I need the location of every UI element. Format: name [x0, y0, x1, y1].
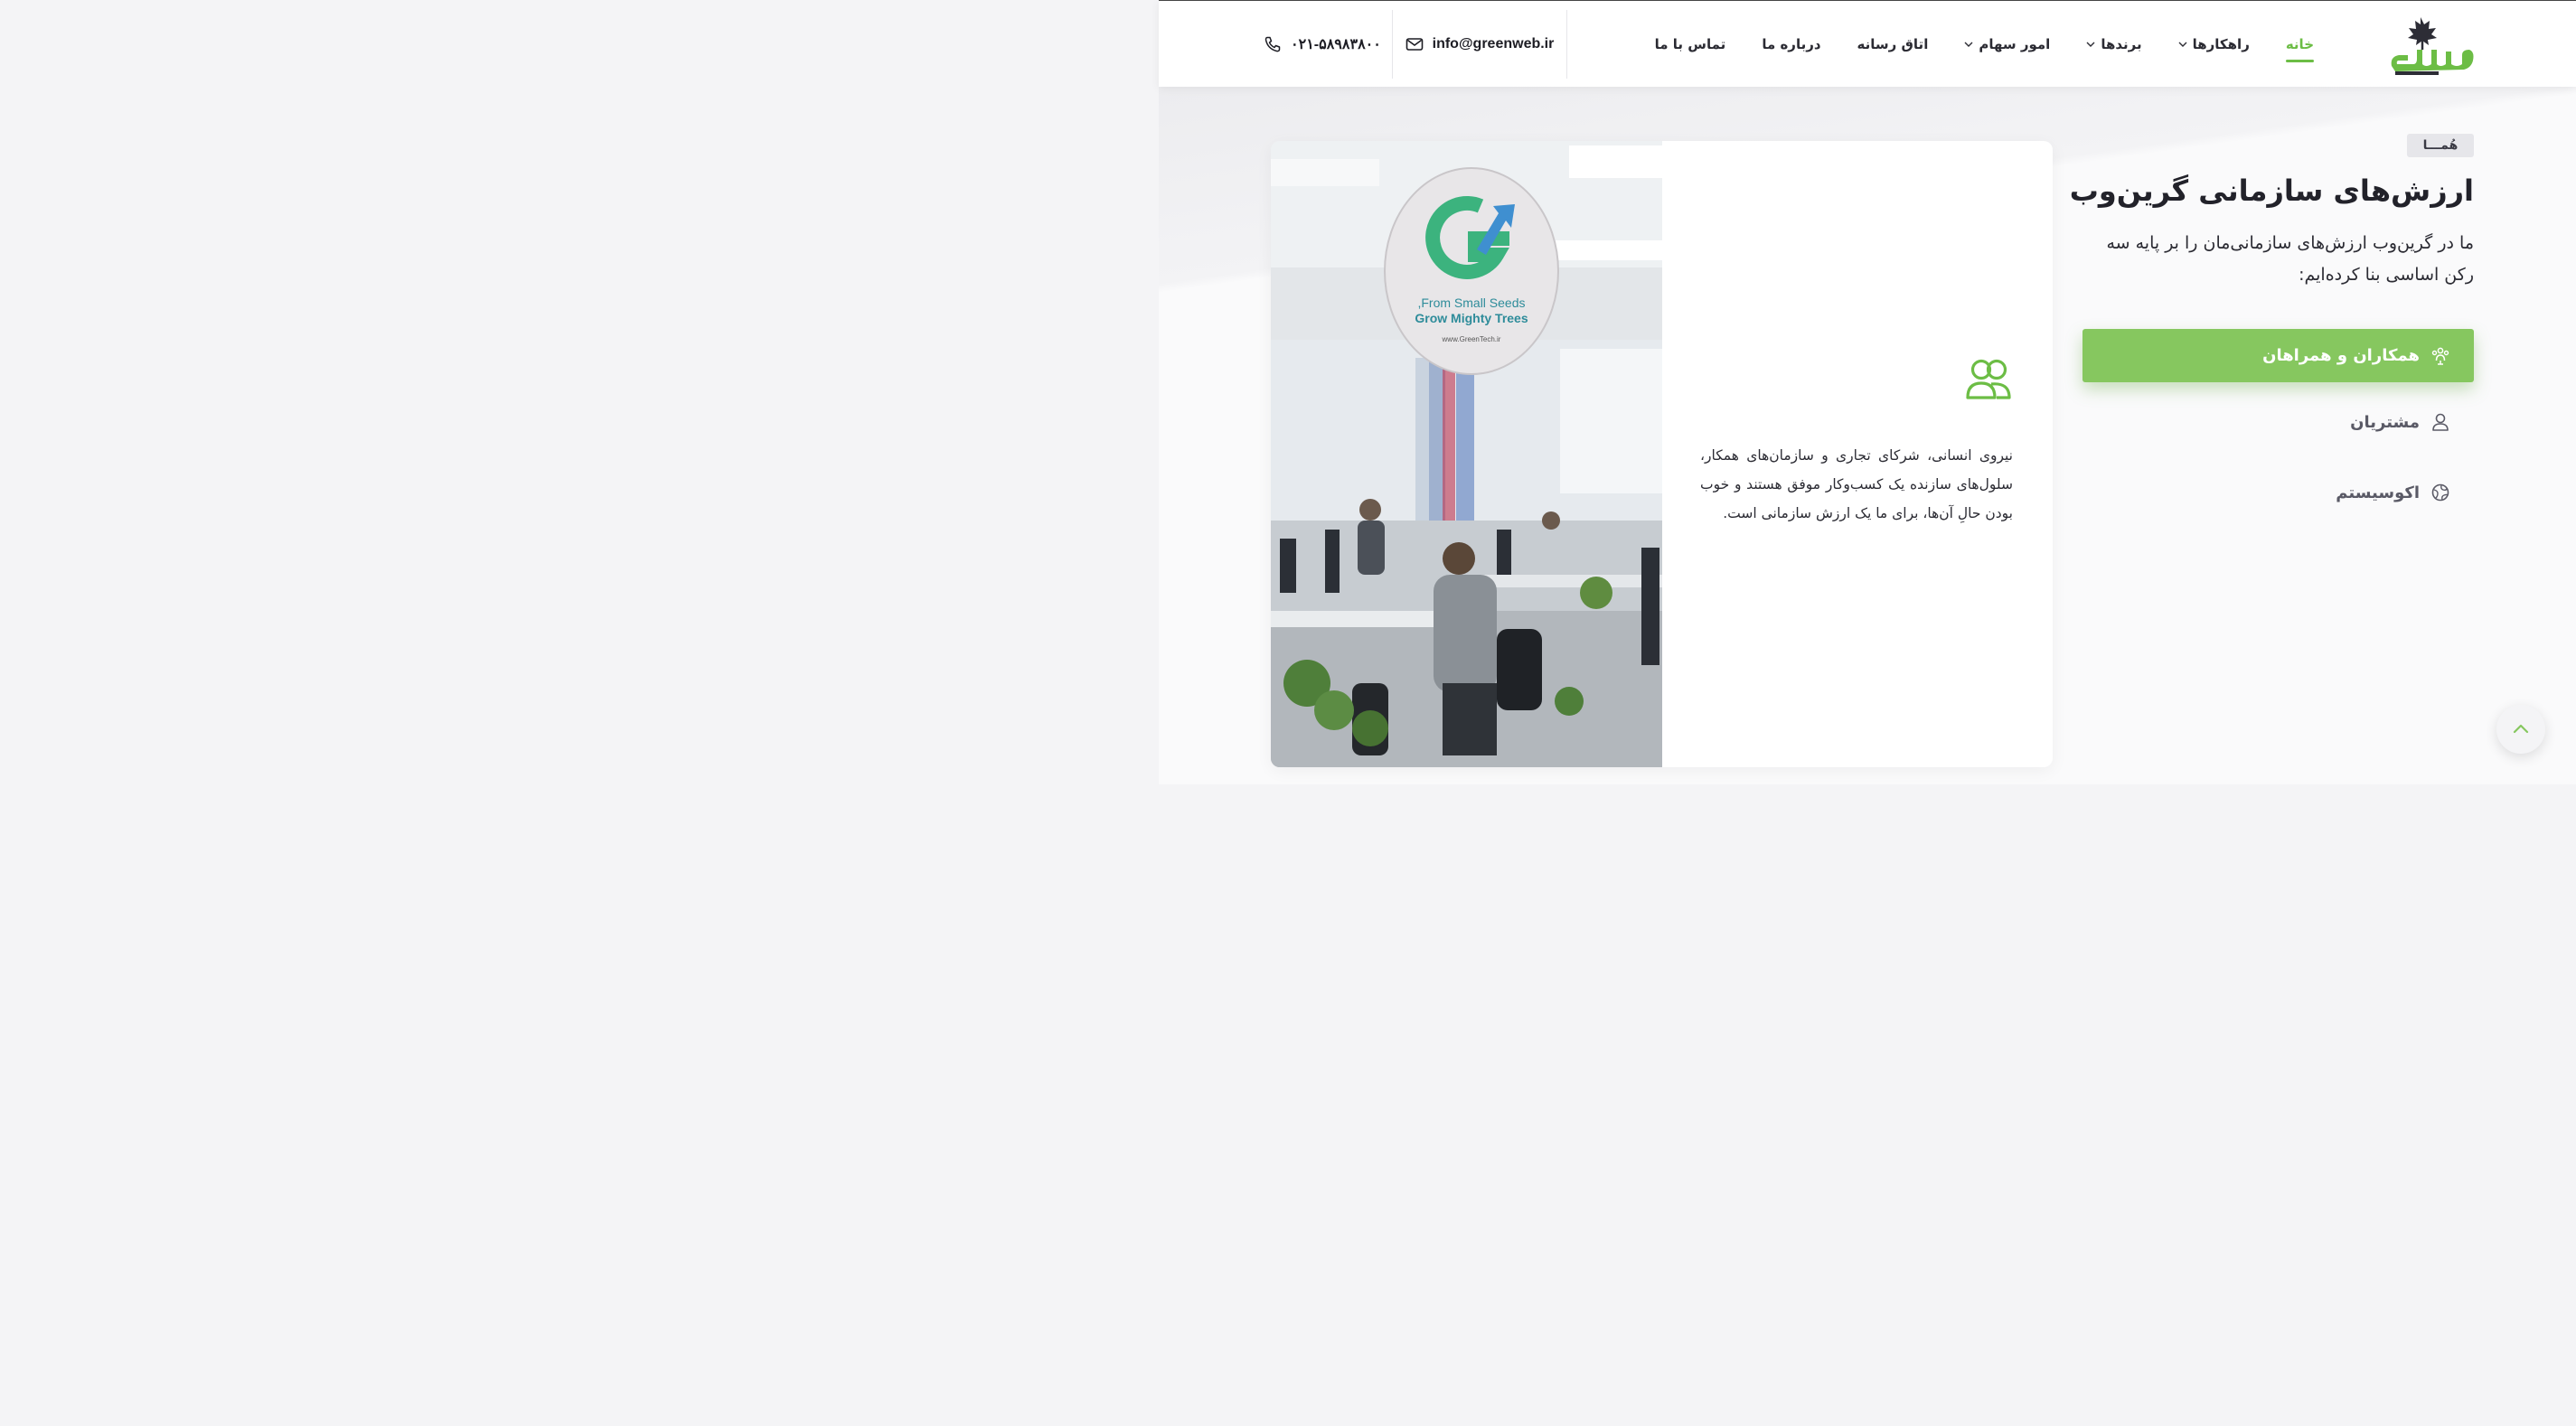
nav-item-shares[interactable]: امور سهام [1964, 36, 2050, 52]
nav-item-label: درباره ما [1762, 36, 1821, 52]
tab-customers[interactable]: مشتریان [2350, 412, 2450, 432]
globe-icon [2431, 483, 2449, 502]
email-link[interactable]: info@greenweb.ir [1392, 10, 1567, 79]
chevron-down-icon [1964, 42, 1973, 47]
value-card: From Small Seeds, Grow Mighty Trees www.… [1271, 141, 2053, 767]
nav-item-brands[interactable]: برندها [2086, 36, 2142, 52]
tab-colleagues[interactable]: همکاران و همراهان [2082, 329, 2474, 382]
email-text: info@greenweb.ir [1432, 36, 1555, 52]
nav-item-label: خانه [2285, 36, 2314, 52]
phone-icon [1264, 36, 1281, 52]
nav-item-about[interactable]: درباره ما [1762, 36, 1820, 52]
nav-item-contact[interactable]: تماس با ما [1655, 36, 1726, 52]
nav-item-home[interactable]: خانه [2285, 36, 2315, 62]
office-photo-image: From Small Seeds, Grow Mighty Trees www.… [1271, 141, 1662, 767]
site-logo[interactable] [2386, 14, 2477, 75]
nav-item-label: راهکارها [2192, 36, 2250, 52]
chevron-down-icon [2178, 42, 2187, 47]
tab-label: همکاران و همراهان [2262, 346, 2420, 365]
mail-icon [1406, 38, 1423, 51]
tab-label: مشتریان [2350, 412, 2420, 432]
nav-item-media-room[interactable]: اتاق رسانه [1857, 36, 1929, 52]
section-badge: هُمـــا [2407, 134, 2474, 157]
chevron-up-icon [2513, 724, 2529, 734]
nav-item-label: برندها [2101, 36, 2142, 52]
tab-label: اکوسیستم [2336, 483, 2420, 502]
nav-item-solutions[interactable]: راهکارها [2178, 36, 2250, 52]
main-nav: خانه راهکارها برندها امور سهام اتاق رسان… [1655, 1, 2315, 88]
value-description: نیروی انسانی، شرکای تجاری و سازمان‌های ه… [1700, 447, 2013, 521]
tab-ecosystem[interactable]: اکوسیستم [2336, 483, 2450, 502]
photo-sign-line2: Grow Mighty Trees [1415, 311, 1528, 325]
chevron-down-icon [2086, 42, 2095, 47]
section-lead: ما در گرین‌وب ارزش‌های سازمانی‌مان را بر… [2106, 233, 2474, 285]
office-photo: From Small Seeds, Grow Mighty Trees www.… [1271, 141, 1662, 767]
nav-item-label: تماس با ما [1654, 36, 1726, 52]
photo-sign-url: www.GreenTech.ir [1442, 335, 1501, 343]
team-icon [2431, 347, 2449, 365]
nav-item-label: اتاق رسانه [1857, 36, 1929, 52]
scroll-top-button[interactable] [2496, 705, 2545, 754]
photo-sign-line1: From Small Seeds, [1417, 296, 1525, 310]
phone-text: ۰۲۱-۵۸۹۸۳۸۰۰ [1291, 37, 1381, 52]
maple-leaf-icon [2391, 17, 2474, 75]
phone-link[interactable]: ۰۲۱-۵۸۹۸۳۸۰۰ [1258, 10, 1392, 79]
site-header: خانه راهکارها برندها امور سهام اتاق رسان… [1159, 0, 2576, 87]
users-icon [1966, 359, 2011, 399]
user-icon [2432, 413, 2449, 431]
page-title: ارزش‌های سازمانی گرین‌وب [2069, 174, 2474, 208]
nav-item-label: امور سهام [1979, 36, 2051, 52]
